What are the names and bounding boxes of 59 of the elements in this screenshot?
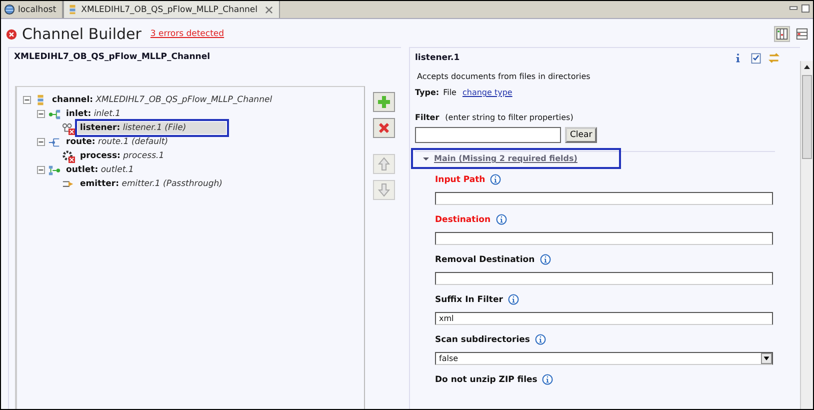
info-icon[interactable]	[540, 254, 551, 265]
field-label: Input Path	[435, 174, 486, 184]
collapse-icon[interactable]	[37, 138, 45, 146]
clipboard-check-icon[interactable]	[750, 52, 762, 64]
editor-tab[interactable]: XMLEDIHL7_OB_QS_pFlow_MLLP_Channel	[63, 1, 280, 18]
page-title: Channel Builder	[22, 25, 142, 43]
minimize-icon[interactable]	[789, 4, 798, 13]
collapse-icon[interactable]	[23, 96, 31, 104]
delete-button[interactable]	[373, 118, 395, 138]
tree-item[interactable]: inlet: inlet.1	[64, 108, 123, 120]
collapse-icon[interactable]	[37, 166, 45, 174]
errors-link[interactable]: 3 errors detected	[150, 29, 224, 39]
filter-field[interactable]	[415, 127, 561, 143]
collapse-icon[interactable]	[37, 110, 45, 118]
tree-item[interactable]: outlet: outlet.1	[64, 164, 136, 176]
change-type-link[interactable]: change type	[462, 88, 512, 97]
component-title: listener.1	[415, 53, 460, 63]
type-label: Type:	[415, 88, 440, 97]
type-value: File	[443, 88, 456, 97]
info-icon[interactable]	[490, 174, 502, 185]
x-icon	[377, 121, 391, 135]
field-label: Scan subdirectories	[435, 334, 530, 344]
tree-item[interactable]: emitter: emitter.1 (Passthrough)	[78, 178, 224, 190]
error-icon	[6, 28, 17, 40]
text-field[interactable]	[435, 232, 773, 245]
field-label: Do not unzip ZIP files	[435, 374, 538, 384]
scroll-thumb[interactable]	[802, 75, 812, 159]
up-arrow-icon	[377, 157, 391, 171]
tree-item[interactable]: listener: listener.1 (File)	[78, 122, 226, 134]
expand-arrow-icon	[423, 156, 429, 162]
field-label: Suffix In Filter	[435, 294, 503, 304]
info-icon[interactable]	[542, 374, 554, 385]
globe-icon	[4, 4, 15, 15]
text-field[interactable]	[435, 272, 773, 285]
dropdown[interactable]: false	[435, 352, 773, 365]
clear-button[interactable]: Clear	[565, 127, 598, 143]
tree-item[interactable]: route: route.1 (default)	[64, 136, 170, 148]
tree-item[interactable]: channel: XMLEDIHL7_OB_QS_pFlow_MLLP_Channel	[50, 94, 274, 106]
tree-item[interactable]: process: process.1	[78, 150, 166, 162]
scrollbar[interactable]	[800, 61, 813, 409]
field-label: Destination	[435, 214, 491, 224]
section-header[interactable]: Main (Missing 2 required fields)	[415, 152, 618, 165]
down-arrow-icon	[377, 183, 391, 197]
info-icon[interactable]	[508, 294, 519, 305]
stack-icon	[67, 4, 78, 15]
info-icon[interactable]	[534, 334, 546, 345]
close-icon[interactable]	[264, 6, 272, 14]
text-field[interactable]: xml	[435, 312, 773, 325]
columns-view-icon[interactable]	[774, 26, 790, 42]
filter-label: Filter	[415, 113, 440, 122]
maximize-icon[interactable]	[801, 4, 810, 13]
filter-hint: (enter string to filter properties)	[445, 113, 574, 122]
text-field[interactable]	[435, 192, 773, 205]
plus-icon	[377, 95, 391, 109]
field-label: Removal Destination	[435, 254, 535, 264]
channel-title: XMLEDIHL7_OB_QS_pFlow_MLLP_Channel	[13, 51, 212, 64]
info-icon[interactable]	[496, 214, 507, 225]
component-description: Accepts documents from files in directories	[416, 72, 592, 81]
list-view-icon[interactable]	[795, 27, 809, 41]
